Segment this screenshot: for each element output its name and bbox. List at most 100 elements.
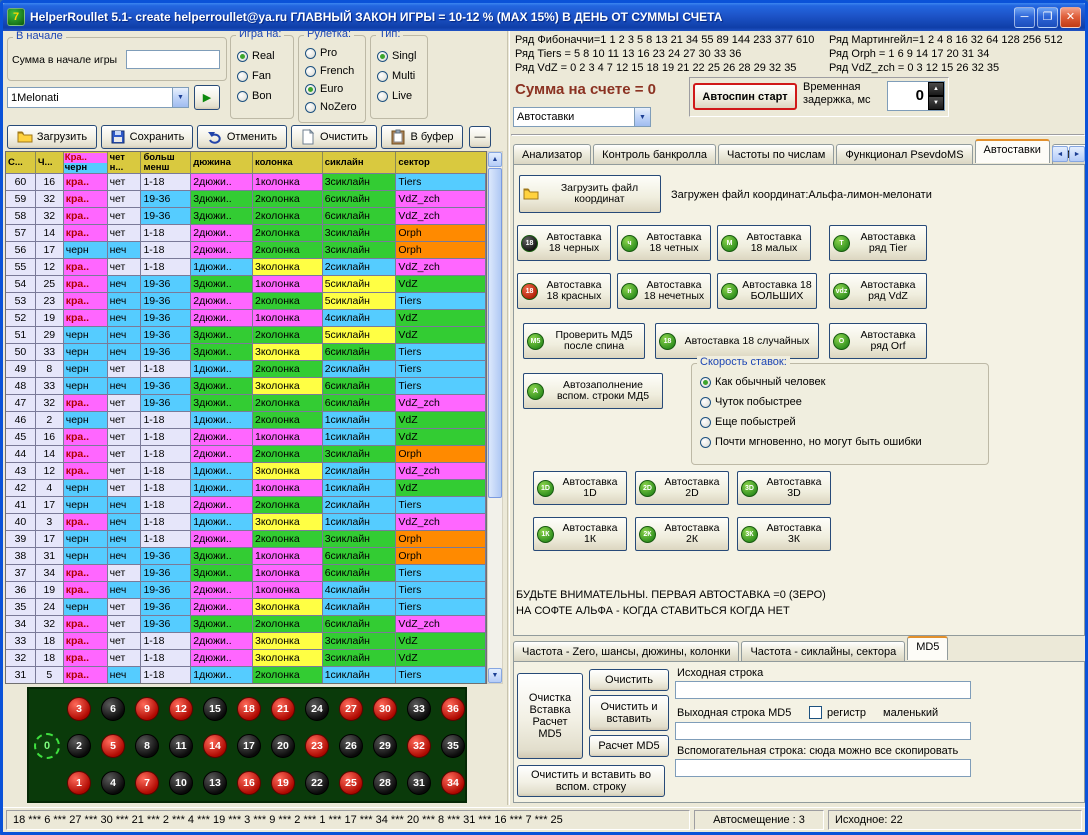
table-row[interactable]: 3734кра..чет19-363дюжи..1колонка6сиклайн… <box>6 564 486 581</box>
autobet-1d-button[interactable]: 1DАвтоставка 1D <box>533 471 627 505</box>
md5-clear-paste-button[interactable]: Очистить и вставить <box>589 695 669 731</box>
mode-combobox[interactable]: Автоставки ▼ <box>513 107 651 127</box>
tab-analyzer[interactable]: Анализатор <box>513 144 591 165</box>
table-row[interactable]: 3218кра..чет1-182дюжи..3колонка3сиклайнV… <box>6 649 486 666</box>
table-row[interactable]: 5425кра..неч19-363дюжи..1колонка5сиклайн… <box>6 275 486 292</box>
board-number-31[interactable]: 31 <box>407 771 431 795</box>
radio-fan[interactable]: Fan <box>237 70 271 82</box>
board-number-22[interactable]: 22 <box>305 771 329 795</box>
register-checkbox[interactable] <box>809 706 822 719</box>
table-row[interactable]: 5932кра..чет19-363дюжи..2колонка6сиклайн… <box>6 190 486 207</box>
board-number-15[interactable]: 15 <box>203 697 227 721</box>
tab-scroll-left-icon[interactable]: ◄ <box>1052 146 1068 162</box>
md5-big-button[interactable]: Очистка Вставка Расчет MD5 <box>517 673 583 759</box>
radio-singl[interactable]: Singl <box>377 50 416 62</box>
board-number-21[interactable]: 21 <box>271 697 295 721</box>
board-number-10[interactable]: 10 <box>169 771 193 795</box>
board-number-23[interactable]: 23 <box>305 734 329 758</box>
board-number-9[interactable]: 9 <box>135 697 159 721</box>
board-number-4[interactable]: 4 <box>101 771 125 795</box>
autobet-18-big-button[interactable]: БАвтоставка 18 БОЛЬШИХ <box>717 273 817 309</box>
clear-paste-helper-button[interactable]: Очистить и вставить во вспом. строку <box>517 765 665 797</box>
board-number-29[interactable]: 29 <box>373 734 397 758</box>
autobet-18-small-button[interactable]: МАвтоставка 18 малых <box>717 225 811 261</box>
board-number-20[interactable]: 20 <box>271 734 295 758</box>
radio-french[interactable]: French <box>305 65 354 77</box>
scroll-down-icon[interactable]: ▼ <box>488 668 502 683</box>
table-row[interactable]: 4516кра..чет1-182дюжи..1колонка1сиклайнV… <box>6 428 486 445</box>
board-number-7[interactable]: 7 <box>135 771 159 795</box>
table-row[interactable]: 4833черннеч19-363дюжи..3колонка6сиклайнT… <box>6 377 486 394</box>
board-number-6[interactable]: 6 <box>101 697 125 721</box>
autobet-18-odd-button[interactable]: нАвтоставка 18 нечетных <box>617 273 711 309</box>
maximize-button[interactable]: ❐ <box>1037 7 1058 28</box>
table-row[interactable]: 5323кра..неч19-362дюжи..2колонка5сиклайн… <box>6 292 486 309</box>
board-number-13[interactable]: 13 <box>203 771 227 795</box>
table-row[interactable]: 5129черннеч19-363дюжи..2колонка5сиклайнV… <box>6 326 486 343</box>
radio-multi[interactable]: Multi <box>377 70 415 82</box>
tab-freq-sixlines[interactable]: Частота - сиклайны, сектора <box>741 641 905 662</box>
load-coordinates-button[interactable]: Загрузить файл координат <box>519 175 661 213</box>
board-number-27[interactable]: 27 <box>339 697 363 721</box>
board-number-32[interactable]: 32 <box>407 734 431 758</box>
board-number-25[interactable]: 25 <box>339 771 363 795</box>
tab-autobets[interactable]: Автоставки <box>975 139 1050 163</box>
table-row[interactable]: 4312кра..чет1-181дюжи..3колонка2сиклайнV… <box>6 462 486 479</box>
load-button[interactable]: Загрузить <box>7 125 97 149</box>
table-row[interactable]: 3318кра..чет1-182дюжи..3колонка3сиклайнV… <box>6 632 486 649</box>
play-button[interactable]: ▶ <box>194 85 220 110</box>
scrollbar-thumb[interactable] <box>488 168 502 498</box>
board-number-16[interactable]: 16 <box>237 771 261 795</box>
radio-euro[interactable]: Euro <box>305 83 343 95</box>
collapse-button[interactable]: — <box>469 126 491 148</box>
table-row[interactable]: 462чернчет1-181дюжи..2колонка1сиклайнVdZ <box>6 411 486 428</box>
chevron-down-icon[interactable]: ▼ <box>634 108 650 126</box>
radio-pro[interactable]: Pro <box>305 47 337 59</box>
table-row[interactable]: 3432кра..чет19-363дюжи..2колонка6сиклайн… <box>6 615 486 632</box>
helper-string-input[interactable] <box>675 759 971 777</box>
board-number-0[interactable]: 0 <box>34 733 60 759</box>
autobet-row-vdz-button[interactable]: vdzАвтоставка ряд VdZ <box>829 273 927 309</box>
clear-button[interactable]: Очистить <box>291 125 377 149</box>
table-row[interactable]: 5219кра..неч19-362дюжи..1колонка4сиклайн… <box>6 309 486 326</box>
undo-button[interactable]: Отменить <box>197 125 287 149</box>
start-sum-input[interactable] <box>126 50 220 69</box>
tab-frequencies[interactable]: Частоты по числам <box>718 144 834 165</box>
autobet-1k-button[interactable]: 1КАвтоставка 1К <box>533 517 627 551</box>
board-number-24[interactable]: 24 <box>305 697 329 721</box>
board-number-17[interactable]: 17 <box>237 734 261 758</box>
autobet-row-tier-button[interactable]: ТАвтоставка ряд Tier <box>829 225 927 261</box>
source-string-input[interactable] <box>675 681 971 699</box>
md5-calc-button[interactable]: Расчет MD5 <box>589 735 669 757</box>
autofill-md5-helper-button[interactable]: ААвтозаполнение вспом. строки МД5 <box>523 373 663 409</box>
board-number-12[interactable]: 12 <box>169 697 193 721</box>
radio-real[interactable]: Real <box>237 50 275 62</box>
chevron-down-icon[interactable]: ▼ <box>172 88 188 107</box>
board-number-33[interactable]: 33 <box>407 697 431 721</box>
board-number-34[interactable]: 34 <box>441 771 465 795</box>
table-row[interactable]: 5832кра..чет19-363дюжи..2колонка6сиклайн… <box>6 207 486 224</box>
board-number-5[interactable]: 5 <box>101 734 125 758</box>
board-number-36[interactable]: 36 <box>441 697 465 721</box>
autobet-2d-button[interactable]: 2DАвтоставка 2D <box>635 471 729 505</box>
board-number-28[interactable]: 28 <box>373 771 397 795</box>
table-row[interactable]: 498чернчет1-181дюжи..2колонка2сиклайнTie… <box>6 360 486 377</box>
profile-combobox[interactable]: 1Melonati ▼ <box>7 87 189 108</box>
table-scrollbar[interactable]: ▲ ▼ <box>487 151 503 684</box>
table-row[interactable]: 424чернчет1-181дюжи..1колонка1сиклайнVdZ <box>6 479 486 496</box>
table-row[interactable]: 5617черннеч1-182дюжи..2колонка3сиклайнOr… <box>6 241 486 258</box>
board-number-26[interactable]: 26 <box>339 734 363 758</box>
table-row[interactable]: 5033черннеч19-363дюжи..3колонка6сиклайнT… <box>6 343 486 360</box>
md5-clear-button[interactable]: Очистить <box>589 669 669 691</box>
autobet-3k-button[interactable]: 3КАвтоставка 3К <box>737 517 831 551</box>
autobet-row-orf-button[interactable]: ОАвтоставка ряд Orf <box>829 323 927 359</box>
table-row[interactable]: 3917черннеч1-182дюжи..2колонка3сиклайнOr… <box>6 530 486 547</box>
radio-speed-faster[interactable]: Чуток побыстрее <box>700 396 802 408</box>
table-row[interactable]: 5714кра..чет1-182дюжи..2колонка3сиклайнO… <box>6 224 486 241</box>
autobet-18-red-button[interactable]: 18Автоставка 18 красных <box>517 273 611 309</box>
board-number-3[interactable]: 3 <box>67 697 91 721</box>
table-row[interactable]: 6016кра..чет1-182дюжи..1колонка3сиклайнT… <box>6 173 486 190</box>
table-row[interactable]: 403кра..неч1-181дюжи..3колонка1сиклайнVd… <box>6 513 486 530</box>
autospin-start-button[interactable]: Автоспин старт <box>693 83 797 110</box>
autobet-18-black-button[interactable]: 18Автоставка 18 черных <box>517 225 611 261</box>
